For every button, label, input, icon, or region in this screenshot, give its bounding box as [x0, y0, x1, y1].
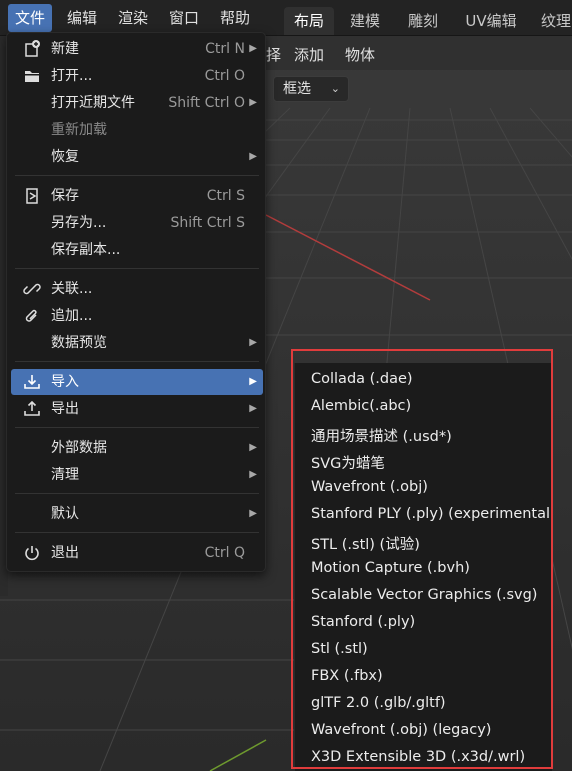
import-wavefront-obj-legacy[interactable]: Wavefront (.obj) (legacy) — [311, 722, 491, 738]
tab-texture[interactable]: 纹理 — [536, 7, 572, 35]
file-menu-save-as[interactable]: 另存为... Shift Ctrl S — [11, 210, 263, 236]
file-menu-save-copy[interactable]: 保存副本... — [11, 237, 263, 263]
power-icon — [25, 546, 39, 561]
menu-separator — [15, 532, 259, 533]
file-menu-append[interactable]: 追加... — [11, 303, 263, 329]
import-x3d[interactable]: X3D Extensible 3D (.x3d/.wrl) — [311, 749, 525, 765]
import-stl[interactable]: Stl (.stl) — [311, 641, 368, 657]
file-menu-link[interactable]: 关联... — [11, 276, 263, 302]
chevron-right-icon: ▶ — [249, 508, 257, 519]
chevron-right-icon: ▶ — [249, 97, 257, 108]
menu-separator — [15, 427, 259, 428]
file-menu-export[interactable]: 导出 ▶ — [11, 396, 263, 422]
import-icon — [24, 375, 40, 389]
file-menu-clean-up[interactable]: 清理 ▶ — [11, 462, 263, 488]
tab-sculpting[interactable]: 雕刻 — [400, 7, 446, 35]
import-stl-experimental[interactable]: STL (.stl) (试验) — [311, 533, 420, 554]
save-icon — [26, 188, 38, 204]
chevron-right-icon: ▶ — [249, 43, 257, 54]
select-mode-value: 框选 — [283, 81, 311, 97]
menu-edit[interactable]: 编辑 — [60, 4, 104, 32]
select-menu-partial[interactable]: 择 — [266, 44, 281, 65]
menu-render[interactable]: 渲染 — [111, 4, 155, 32]
menu-separator — [15, 268, 259, 269]
add-menu[interactable]: 添加 — [294, 44, 324, 65]
tab-layout[interactable]: 布局 — [284, 7, 334, 35]
file-menu-quit[interactable]: 退出 Ctrl Q — [11, 540, 263, 566]
menu-separator — [15, 175, 259, 176]
menu-separator — [15, 493, 259, 494]
file-menu-import[interactable]: 导入 ▶ — [11, 369, 263, 395]
import-svg[interactable]: Scalable Vector Graphics (.svg) — [311, 587, 537, 603]
file-menu-recover[interactable]: 恢复 ▶ — [11, 144, 263, 170]
folder-icon — [25, 71, 39, 82]
chevron-right-icon: ▶ — [249, 442, 257, 453]
tab-uv-editing[interactable]: UV编辑 — [458, 7, 524, 35]
chevron-right-icon: ▶ — [249, 376, 257, 387]
menu-help[interactable]: 帮助 — [213, 4, 257, 32]
tab-modeling[interactable]: 建模 — [342, 7, 388, 35]
file-menu: 新建 Ctrl N ▶ 打开... Ctrl O 打开近期文件 Shift Ct… — [6, 32, 266, 572]
import-submenu: Collada (.dae) Alembic(.abc) 通用场景描述 (.us… — [294, 363, 552, 771]
chevron-down-icon: ⌄ — [330, 82, 340, 95]
import-fbx[interactable]: FBX (.fbx) — [311, 668, 383, 684]
menu-file[interactable]: 文件 — [8, 4, 53, 32]
file-menu-open-recent[interactable]: 打开近期文件 Shift Ctrl O ▶ — [11, 90, 263, 116]
export-icon — [24, 400, 40, 416]
chevron-right-icon: ▶ — [249, 469, 257, 480]
file-menu-save[interactable]: 保存 Ctrl S — [11, 183, 263, 209]
import-wavefront-obj[interactable]: Wavefront (.obj) — [311, 479, 428, 495]
select-mode-dropdown[interactable]: 框选 ⌄ — [273, 76, 349, 102]
link-icon — [23, 283, 41, 295]
chevron-right-icon: ▶ — [249, 337, 257, 348]
top-bar: 文件 编辑 渲染 窗口 帮助 布局 建模 雕刻 UV编辑 纹理 — [0, 0, 572, 36]
chevron-right-icon: ▶ — [249, 151, 257, 162]
import-bvh[interactable]: Motion Capture (.bvh) — [311, 560, 470, 576]
import-svg-grease[interactable]: SVG为蜡笔 — [311, 452, 385, 473]
chevron-right-icon: ▶ — [249, 403, 257, 414]
import-gltf[interactable]: glTF 2.0 (.glb/.gltf) — [311, 695, 446, 711]
file-menu-data-preview[interactable]: 数据预览 ▶ — [11, 330, 263, 356]
import-usd[interactable]: 通用场景描述 (.usd*) — [311, 425, 452, 446]
file-menu-reload: 重新加载 — [51, 122, 107, 138]
file-menu-external-data[interactable]: 外部数据 ▶ — [11, 435, 263, 461]
object-menu[interactable]: 物体 — [345, 44, 375, 65]
file-menu-new[interactable]: 新建 Ctrl N ▶ — [11, 36, 263, 62]
import-stanford-ply[interactable]: Stanford (.ply) — [311, 614, 415, 630]
file-menu-defaults[interactable]: 默认 ▶ — [11, 501, 263, 527]
file-menu-open[interactable]: 打开... Ctrl O — [11, 63, 263, 89]
new-file-icon — [25, 40, 40, 57]
import-stanford-ply-experimental[interactable]: Stanford PLY (.ply) (experimental) — [311, 506, 552, 522]
menu-separator — [15, 361, 259, 362]
paperclip-icon — [25, 309, 37, 322]
import-alembic[interactable]: Alembic(.abc) — [311, 398, 411, 414]
import-collada[interactable]: Collada (.dae) — [311, 371, 413, 387]
menu-window[interactable]: 窗口 — [162, 4, 206, 32]
